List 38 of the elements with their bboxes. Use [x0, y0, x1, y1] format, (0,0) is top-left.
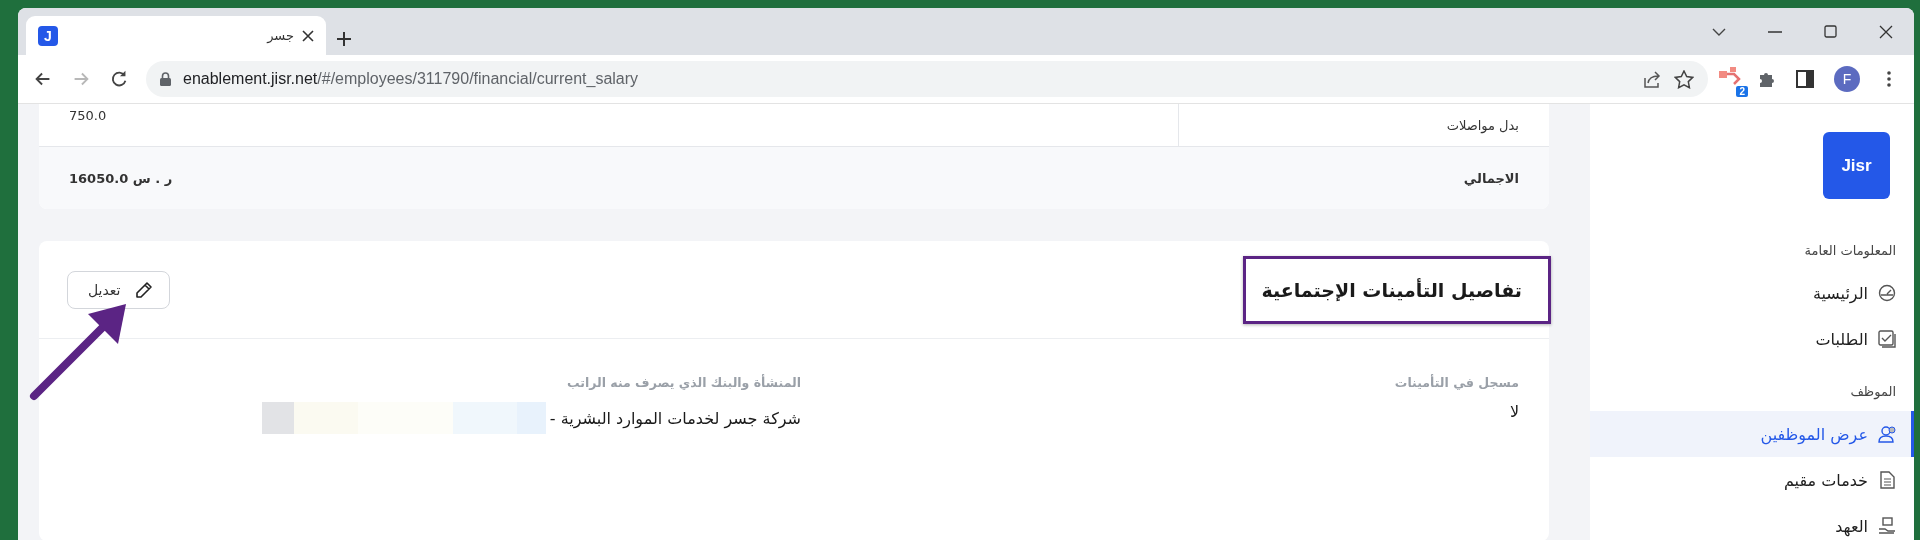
- nav-item[interactable]: خدمات مقيم: [1590, 457, 1914, 503]
- nav-item[interactable]: الطلبات: [1590, 316, 1914, 362]
- row-label: بدل مواصلات: [1178, 104, 1519, 146]
- minimize-icon[interactable]: [1768, 30, 1782, 33]
- star-icon[interactable]: [1674, 69, 1694, 89]
- field-value: لا: [1509, 402, 1519, 421]
- close-icon[interactable]: [302, 29, 314, 42]
- total-label: الاجمالي: [1462, 170, 1519, 186]
- nav-item[interactable]: عرض الموظفين: [1590, 411, 1914, 457]
- nav-item[interactable]: العهد: [1590, 503, 1914, 540]
- share-icon[interactable]: [1642, 70, 1662, 88]
- pencil-icon: [134, 280, 153, 299]
- edit-button[interactable]: تعديل: [67, 270, 170, 309]
- section-heading: المعلومات العامة: [1803, 243, 1897, 258]
- chevron-down-icon[interactable]: [1712, 27, 1726, 36]
- new-tab-icon[interactable]: [336, 31, 352, 47]
- field-value: شركة جسر لخدمات الموارد البشرية -: [549, 408, 801, 428]
- total-value: 16050.0 ر . س: [69, 170, 173, 186]
- profile-avatar[interactable]: F: [1834, 66, 1860, 92]
- close-icon[interactable]: [1879, 24, 1893, 39]
- section-title: تفاصيل التأمينات الإجتماعية: [1261, 278, 1522, 301]
- maximize-icon[interactable]: [1824, 25, 1837, 38]
- count-badge: 2: [1736, 86, 1748, 97]
- hand-box-icon: [1878, 517, 1896, 535]
- site-favicon: J: [38, 25, 58, 46]
- address-bar[interactable]: enablement.jisr.net/#/employees/311790/financial/current_salary: [146, 61, 1708, 97]
- checkbox-icon: [1878, 330, 1896, 348]
- gauge-icon: [1878, 284, 1896, 302]
- section-heading: الموظف: [1849, 384, 1897, 399]
- user-icon: [1878, 425, 1896, 443]
- jisr-logo[interactable]: Jisr: [1823, 132, 1890, 199]
- extension-icon[interactable]: [1718, 65, 1742, 87]
- document-icon: [1878, 471, 1896, 489]
- nav-item[interactable]: الرئيسية: [1590, 270, 1914, 316]
- lock-icon: [160, 72, 171, 86]
- field-label: مسجل في التأمينات: [1393, 375, 1519, 390]
- row-value: 750.0: [69, 107, 107, 123]
- field-label: المنشأة والبنك الذي يصرف منه الراتب: [566, 375, 801, 390]
